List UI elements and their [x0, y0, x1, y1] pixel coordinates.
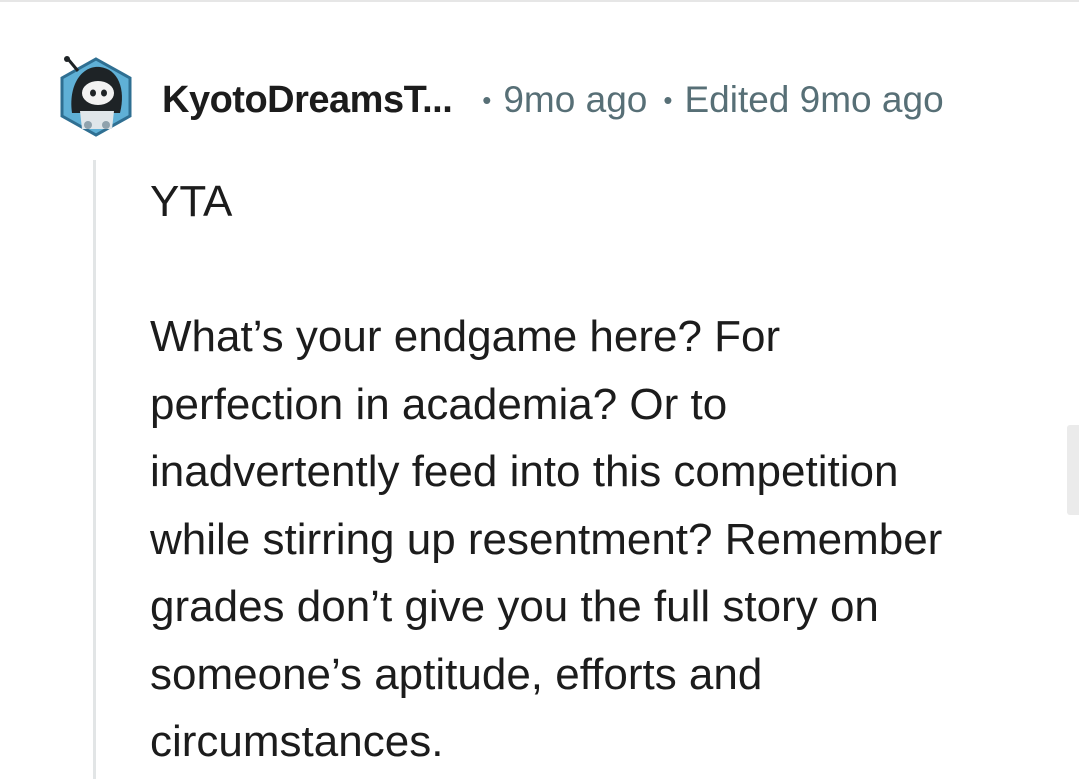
- comment-text-line: What’s your endgame here? For: [150, 312, 781, 361]
- comment-timestamp: 9mo ago: [503, 79, 648, 120]
- comment-text-line: grades don’t give you the full story on: [150, 582, 879, 631]
- comment-text-line: circumstances.: [150, 717, 444, 766]
- comment-verdict: YTA: [150, 177, 233, 226]
- comment-text-line: inadvertently feed into this competition: [150, 447, 899, 496]
- thread-collapse-line[interactable]: [93, 160, 96, 779]
- comment-text-line: while stirring up resentment? Remember: [150, 514, 943, 564]
- snoo-avatar-icon: [60, 56, 132, 137]
- scrollbar-thumb[interactable]: [1067, 425, 1079, 515]
- meta-separator: •: [482, 84, 492, 115]
- comment-text-line: someone’s aptitude, efforts and: [150, 649, 763, 699]
- author-name[interactable]: KyotoDreamsT...: [162, 79, 453, 122]
- meta-separator: •: [663, 84, 673, 115]
- edited-label: Edited 9mo ago: [684, 79, 944, 120]
- comment-body: YTA What’s your endgame here? For perfec…: [150, 168, 1050, 776]
- comment-header: KyotoDreamsT... • 9mo ago • Edited 9mo a…: [162, 72, 944, 128]
- user-avatar[interactable]: [58, 55, 134, 139]
- comment-text-line: perfection in academia? Or to: [150, 379, 728, 429]
- top-divider: [0, 0, 1079, 2]
